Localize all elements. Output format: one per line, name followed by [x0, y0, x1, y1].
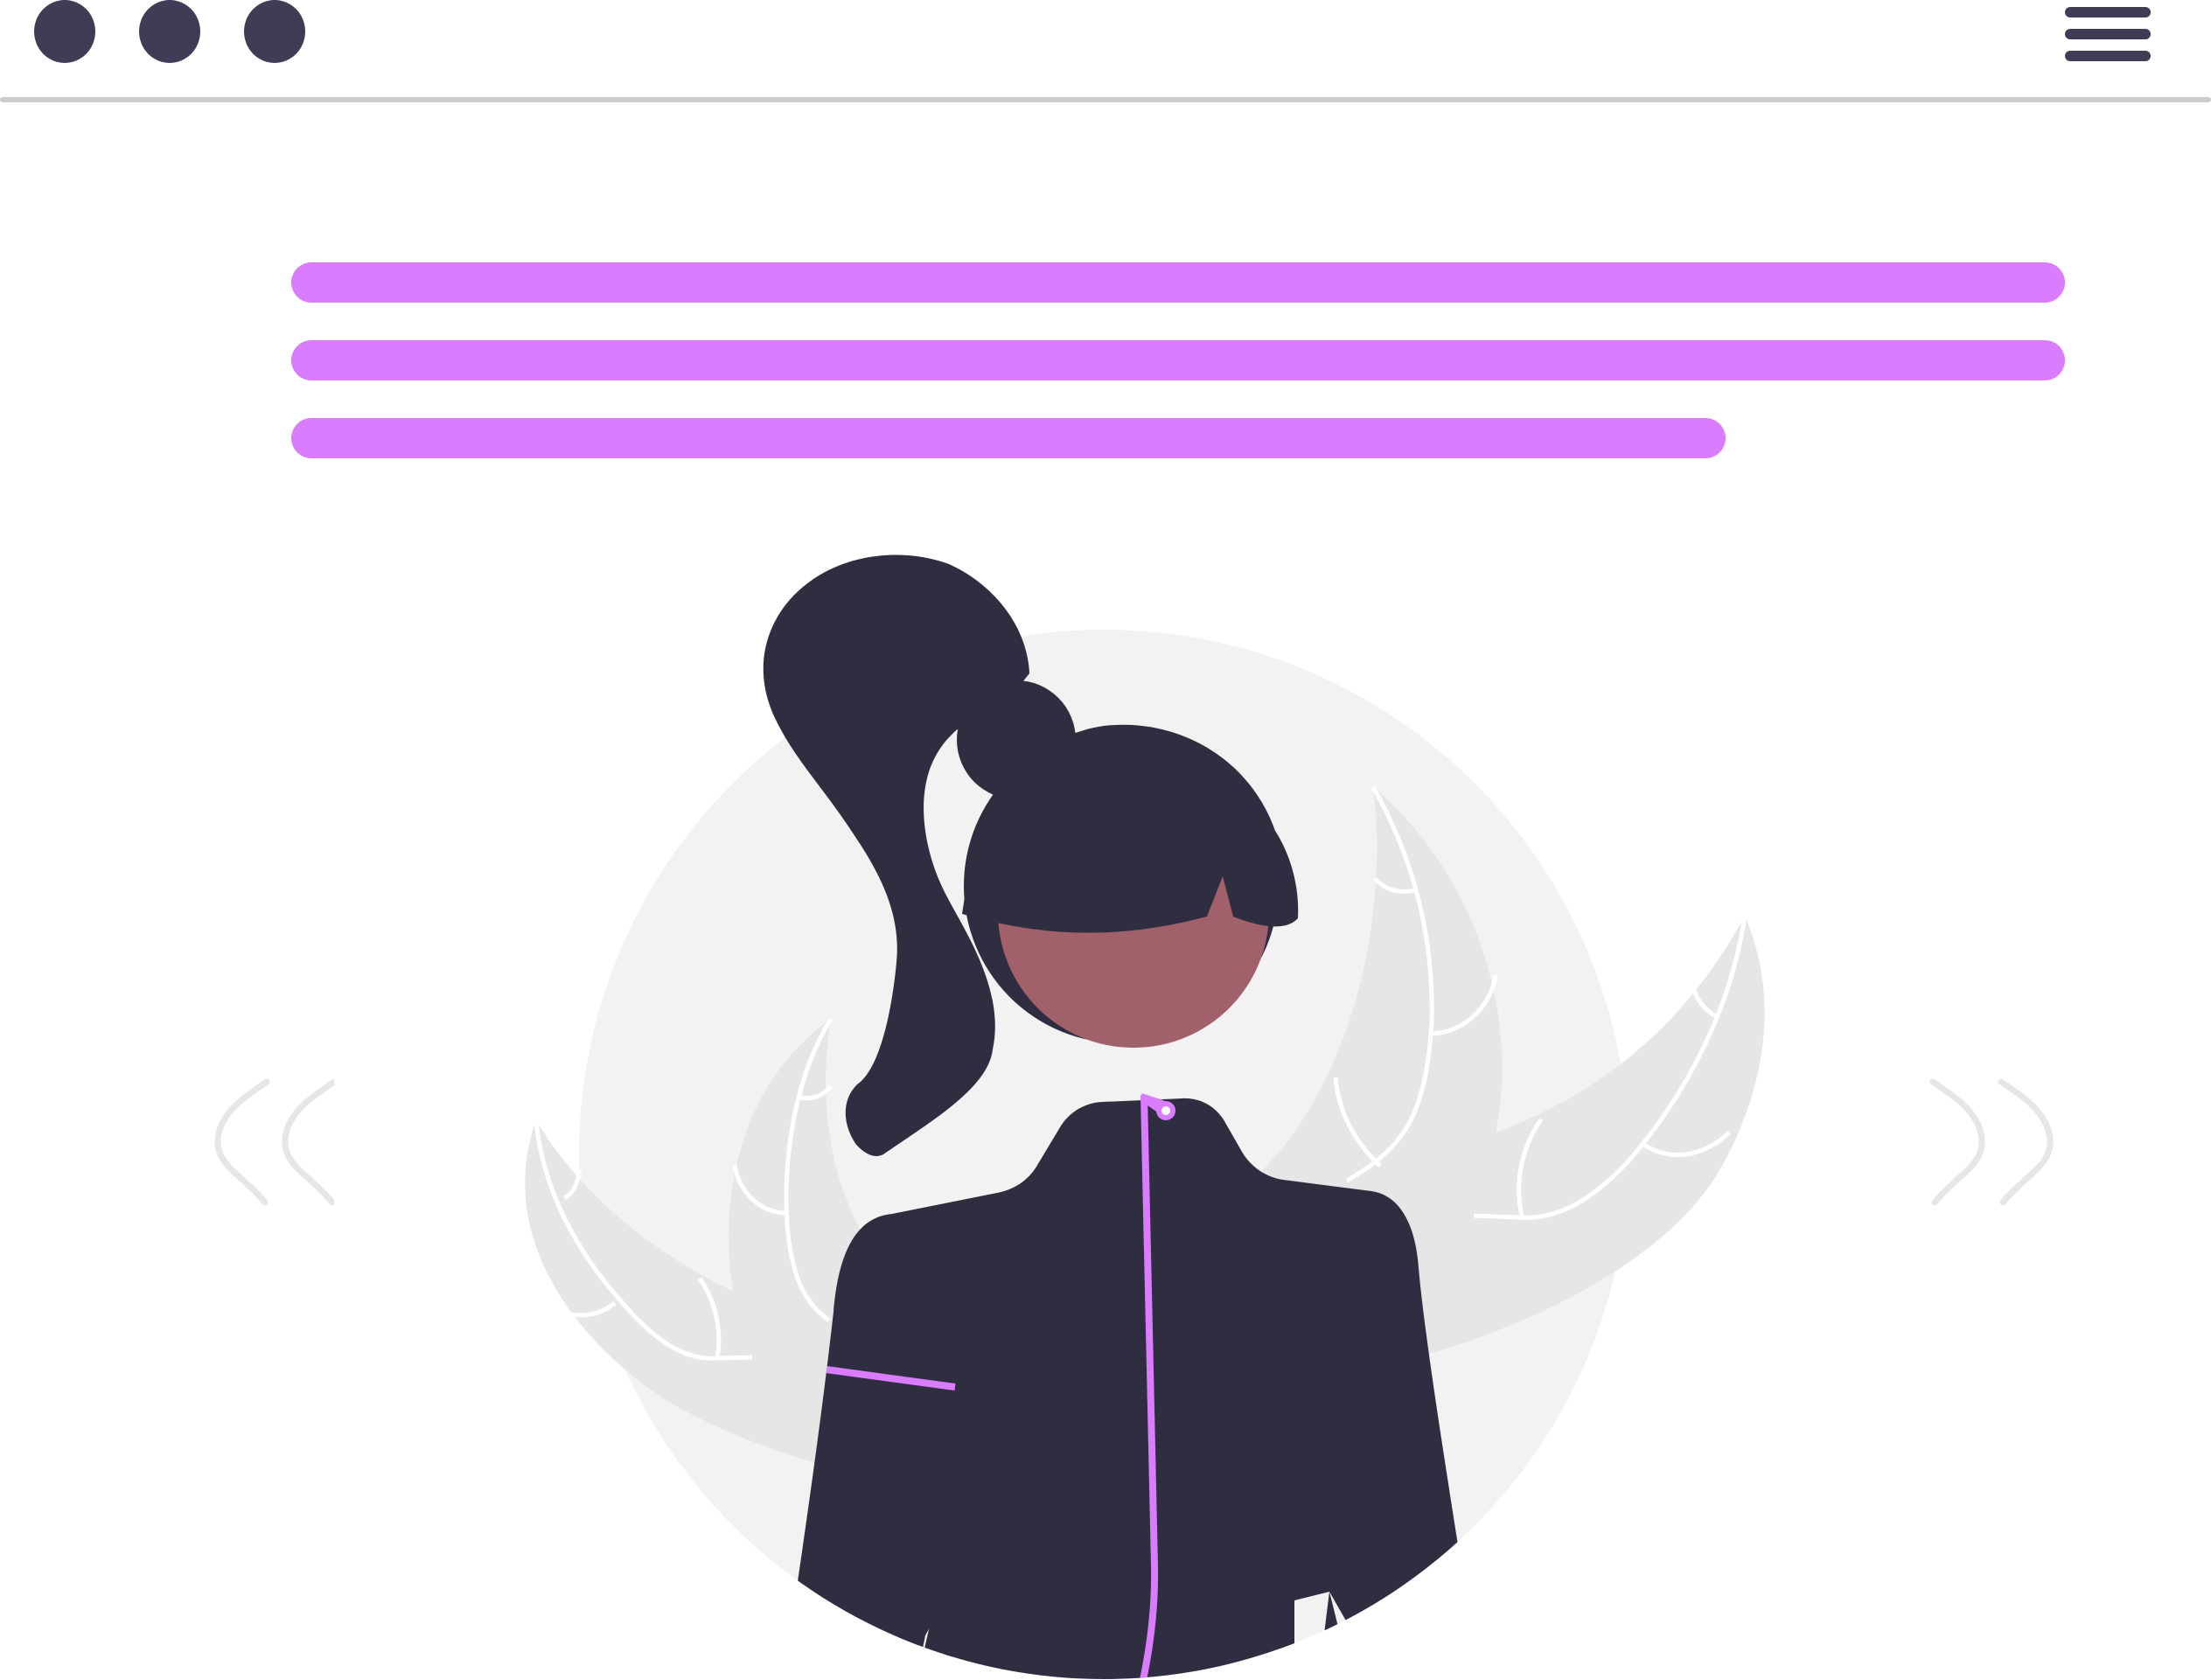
hamburger-menu-button[interactable] [2062, 5, 2153, 66]
chevron-right-double-icon[interactable] [1922, 1077, 2054, 1226]
window-dot-icon[interactable] [139, 0, 200, 63]
text-placeholder-line [291, 340, 2065, 380]
page [0, 0, 2211, 1680]
header-divider [0, 97, 2211, 102]
window-dot-icon[interactable] [34, 0, 95, 63]
chevron-left-double-icon[interactable] [203, 1077, 334, 1226]
text-placeholder-line [291, 418, 1726, 458]
menu-line [2065, 7, 2151, 17]
window-dot-icon[interactable] [244, 0, 305, 63]
menu-line [2065, 29, 2151, 39]
woman-portrait-illustration [525, 554, 1765, 1679]
menu-line [2065, 51, 2151, 61]
text-placeholder-line [291, 262, 2065, 303]
